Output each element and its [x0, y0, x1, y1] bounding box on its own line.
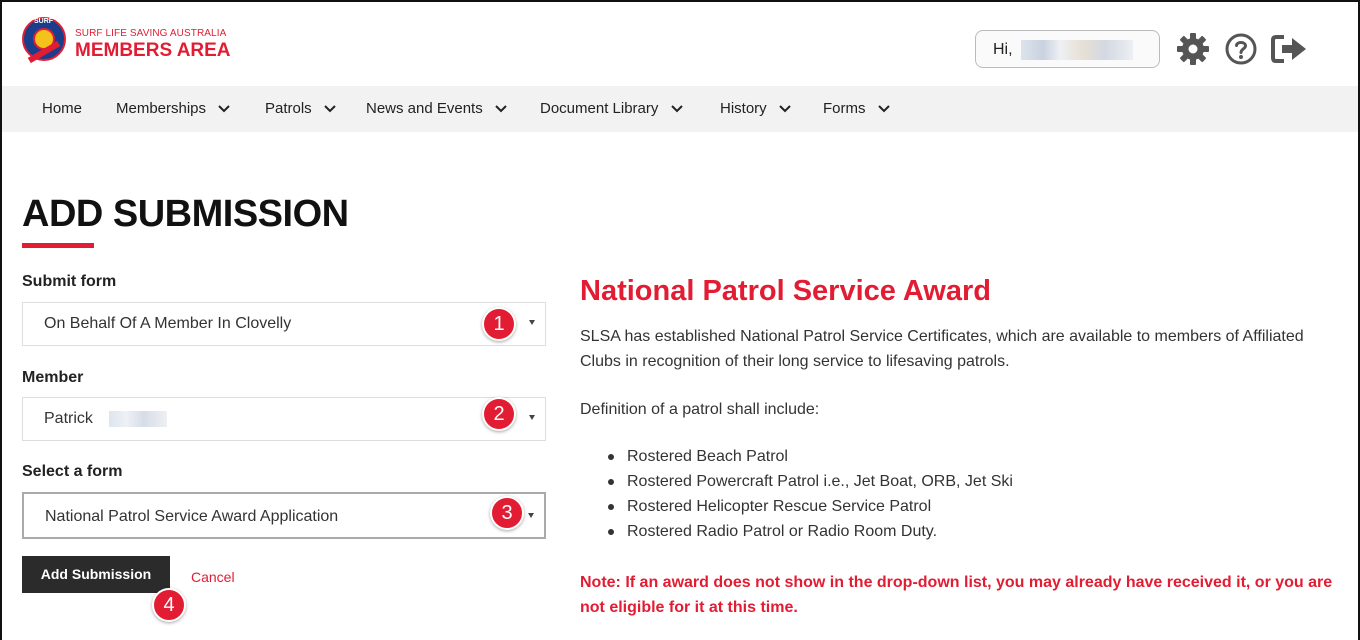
chevron-down-icon — [877, 105, 890, 113]
nav-item-patrols[interactable]: Patrols — [265, 100, 336, 117]
nav-item-label: Document Library — [540, 100, 659, 117]
user-greeting: Hi, — [993, 41, 1013, 58]
caret-down-icon — [529, 320, 535, 325]
nav-item-label: Home — [42, 100, 83, 117]
list-item: Rostered Radio Patrol or Radio Room Duty… — [607, 519, 1013, 544]
nav-item-home[interactable]: Home — [42, 100, 82, 117]
main-nav: Home Memberships Patrols News and Events… — [2, 86, 1358, 132]
brand-subtitle: SURF LIFE SAVING AUSTRALIA — [75, 28, 227, 39]
list-item: Rostered Beach Patrol — [607, 444, 1013, 469]
site-header: SURF SURF LIFE SAVING AUSTRALIA MEMBERS … — [2, 2, 1358, 84]
question-circle-icon[interactable] — [1224, 32, 1258, 66]
list-item: Rostered Helicopter Rescue Service Patro… — [607, 494, 1013, 519]
add-submission-button[interactable]: Add Submission — [22, 556, 170, 593]
chevron-down-icon — [779, 105, 791, 113]
submit-form-select[interactable]: On Behalf Of A Member In Clovelly — [22, 302, 546, 346]
nav-item-label: Memberships — [116, 100, 207, 117]
nav-item-forms[interactable]: Forms — [823, 100, 890, 117]
page-title: ADD SUBMISSION — [22, 193, 349, 235]
member-label: Member — [22, 369, 84, 386]
select-a-form-value: National Patrol Service Award Applicatio… — [45, 508, 339, 525]
title-underline — [22, 243, 94, 248]
select-a-form-select[interactable]: National Patrol Service Award Applicatio… — [22, 492, 546, 539]
chevron-down-icon — [324, 105, 336, 113]
submit-form-label: Submit form — [22, 273, 117, 290]
member-value: Patrick — [44, 410, 93, 427]
nav-item-label: Forms — [823, 100, 866, 117]
select-a-form-label: Select a form — [22, 463, 123, 480]
list-item: Rostered Powercraft Patrol i.e., Jet Boa… — [607, 469, 1013, 494]
nav-item-label: History — [720, 100, 767, 117]
step-badge-2: 2 — [482, 397, 516, 431]
redacted-member-surname — [109, 411, 167, 427]
step-badge-3: 3 — [490, 496, 524, 530]
brand-title[interactable]: MEMBERS AREA — [75, 40, 231, 62]
patrol-definition-intro: Definition of a patrol shall include: — [580, 401, 820, 418]
nav-item-memberships[interactable]: Memberships — [116, 100, 230, 117]
nav-item-document-library[interactable]: Document Library — [540, 100, 683, 117]
slsa-logo[interactable]: SURF — [22, 17, 66, 64]
redacted-username — [1021, 40, 1133, 60]
user-greeting-box[interactable]: Hi, — [975, 30, 1160, 68]
step-badge-4: 4 — [152, 588, 186, 622]
award-title: National Patrol Service Award — [580, 275, 991, 307]
logo-text: SURF — [34, 18, 54, 25]
cancel-link[interactable]: Cancel — [191, 569, 235, 585]
patrol-definition-list: Rostered Beach Patrol Rostered Powercraf… — [607, 444, 1013, 544]
caret-down-icon — [529, 415, 535, 420]
member-select[interactable]: Patrick — [22, 397, 546, 441]
chevron-down-icon — [495, 105, 507, 113]
sign-out-icon[interactable] — [1270, 32, 1310, 66]
nav-item-label: Patrols — [265, 100, 312, 117]
submit-form-value: On Behalf Of A Member In Clovelly — [44, 315, 292, 332]
award-description: SLSA has established National Patrol Ser… — [580, 328, 1304, 370]
chevron-down-icon — [670, 105, 683, 113]
chevron-down-icon — [218, 105, 230, 113]
caret-down-icon — [528, 513, 534, 518]
nav-item-history[interactable]: History — [720, 100, 791, 117]
nav-item-news-and-events[interactable]: News and Events — [366, 100, 507, 117]
award-note: Note: If an award does not show in the d… — [580, 574, 1333, 616]
step-badge-1: 1 — [482, 307, 516, 341]
nav-item-label: News and Events — [366, 100, 483, 117]
gear-icon[interactable] — [1176, 32, 1210, 66]
